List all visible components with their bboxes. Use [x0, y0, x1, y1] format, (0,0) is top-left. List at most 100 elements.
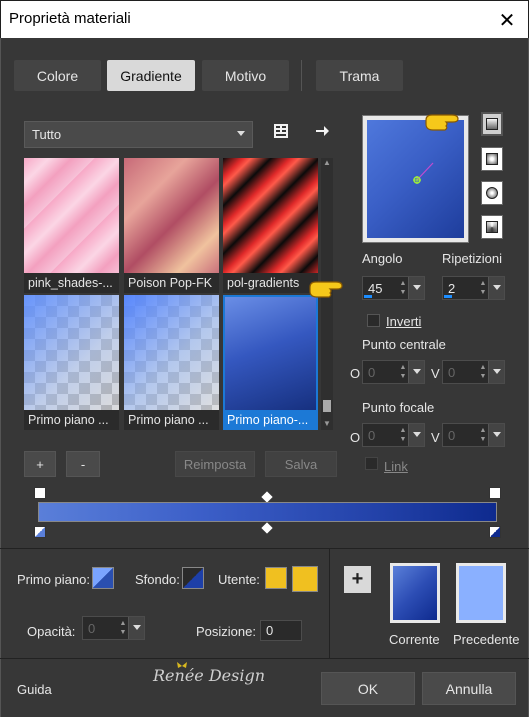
spin-arrows-icon[interactable]: ▲ ▼: [478, 279, 488, 297]
color-stop-bottom-right[interactable]: [489, 526, 501, 538]
arrow-right-icon[interactable]: [314, 123, 330, 139]
gradient-swatch: [124, 158, 219, 273]
repeats-input[interactable]: 2 ▲ ▼: [442, 276, 505, 300]
ok-button[interactable]: OK: [321, 672, 415, 705]
gradient-bar[interactable]: [38, 502, 497, 522]
thumbnail-label: pol-gradients: [227, 276, 300, 290]
repeats-value: 2: [448, 281, 456, 296]
vertical-divider: [329, 548, 330, 658]
radial-gradient-icon: [486, 221, 498, 233]
thumbnail-label: Poison Pop-FK: [128, 276, 213, 290]
gradient-thumbnail[interactable]: Primo piano ...: [124, 295, 219, 430]
scroll-up-icon[interactable]: ▲: [321, 158, 333, 168]
chevron-down-icon[interactable]: [408, 361, 424, 383]
help-link[interactable]: Guida: [17, 682, 52, 697]
background-swatch[interactable]: [182, 567, 204, 589]
spin-arrows-icon[interactable]: ▲ ▼: [398, 279, 408, 297]
gradient-thumbnail[interactable]: Primo piano ...: [24, 295, 119, 430]
scrollbar-thumb[interactable]: [323, 400, 331, 412]
gradient-swatch: [24, 158, 119, 273]
tab-colore[interactable]: Colore: [14, 60, 101, 91]
angle-input[interactable]: 45 ▲ ▼: [362, 276, 425, 300]
background-label: Sfondo:: [135, 572, 180, 587]
thumbnail-label: Primo piano ...: [128, 413, 209, 427]
current-color-swatch[interactable]: [390, 563, 440, 623]
chevron-down-icon[interactable]: [408, 277, 424, 299]
spin-arrows-icon[interactable]: ▲ ▼: [478, 363, 488, 381]
center-o-label: O: [350, 366, 361, 381]
gradient-thumbnail[interactable]: pink_shades-...: [24, 158, 119, 293]
gradient-preview[interactable]: [362, 115, 469, 243]
chevron-down-icon[interactable]: [488, 361, 504, 383]
window-title: Proprietà materiali: [9, 10, 131, 27]
spin-arrows-icon[interactable]: ▲ ▼: [118, 619, 128, 637]
link-checkbox[interactable]: [365, 457, 378, 470]
add-swatch-button[interactable]: +: [344, 566, 371, 593]
position-value: 0: [266, 623, 274, 638]
reset-button[interactable]: Reimposta: [175, 451, 255, 477]
linear-gradient-icon: [486, 118, 498, 130]
angle-value: 45: [368, 281, 383, 296]
user-swatch-small[interactable]: [265, 567, 287, 589]
slider-indicator: [364, 295, 372, 298]
linear-style-button[interactable]: [481, 112, 503, 136]
opacity-input[interactable]: 0 ▲ ▼: [82, 616, 145, 640]
sunburst-style-button[interactable]: [481, 181, 503, 205]
save-button[interactable]: Salva: [265, 451, 337, 477]
gradient-thumbnail[interactable]: pol-gradients: [223, 158, 318, 293]
category-select-value: Tutto: [32, 127, 62, 142]
focal-v-value: 0: [448, 428, 456, 443]
focal-o-input[interactable]: 0 ▲ ▼: [362, 423, 425, 447]
opacity-label: Opacità:: [27, 624, 76, 639]
chevron-down-icon[interactable]: [128, 617, 144, 639]
tab-gradiente[interactable]: Gradiente: [107, 60, 195, 91]
rectangular-style-button[interactable]: [481, 147, 503, 171]
cancel-button[interactable]: Annulla: [422, 672, 516, 705]
center-o-value: 0: [368, 365, 376, 380]
resource-library-icon[interactable]: [273, 123, 289, 139]
focal-o-label: O: [350, 430, 361, 445]
pointing-hand-icon: [424, 112, 460, 132]
remove-gradient-button[interactable]: -: [66, 451, 100, 477]
divider: [0, 658, 529, 659]
center-v-input[interactable]: 0 ▲ ▼: [442, 360, 505, 384]
gradient-thumbnail-selected[interactable]: Primo piano-...: [223, 295, 318, 430]
spin-arrows-icon[interactable]: ▲ ▼: [398, 426, 408, 444]
chevron-down-icon[interactable]: [488, 424, 504, 446]
foreground-swatch[interactable]: [92, 567, 114, 589]
color-stop-top-right[interactable]: [489, 487, 501, 499]
watermark-text: Renée Design: [153, 666, 266, 685]
focal-v-label: V: [431, 430, 440, 445]
radial-style-button[interactable]: [481, 215, 503, 239]
add-gradient-button[interactable]: +: [24, 451, 56, 477]
foreground-label: Primo piano:: [17, 572, 90, 587]
color-stop-top-left[interactable]: [34, 487, 46, 499]
opacity-value: 0: [88, 621, 96, 636]
tab-trama[interactable]: Trama: [316, 60, 403, 91]
color-stop-bottom-left[interactable]: [34, 526, 46, 538]
gradient-preview-swatch: [367, 120, 464, 238]
previous-color-swatch[interactable]: [456, 563, 506, 623]
chevron-down-icon[interactable]: [488, 277, 504, 299]
gradient-swatch: [225, 297, 316, 410]
slider-indicator: [444, 295, 452, 298]
chevron-down-icon[interactable]: [408, 424, 424, 446]
category-select[interactable]: Tutto: [24, 121, 253, 148]
gradient-swatch: [124, 295, 219, 410]
gradient-thumbnail[interactable]: Poison Pop-FK: [124, 158, 219, 293]
angle-label: Angolo: [362, 251, 403, 266]
spin-arrows-icon[interactable]: ▲ ▼: [478, 426, 488, 444]
spin-arrows-icon[interactable]: ▲ ▼: [398, 363, 408, 381]
close-button[interactable]: ✕: [491, 5, 523, 35]
center-o-input[interactable]: 0 ▲ ▼: [362, 360, 425, 384]
gradient-swatch: [223, 158, 318, 273]
invert-checkbox[interactable]: [367, 314, 380, 327]
user-swatch-large[interactable]: [292, 566, 318, 592]
thumbnail-label: Primo piano ...: [28, 413, 109, 427]
tab-motivo[interactable]: Motivo: [202, 60, 289, 91]
sunburst-gradient-icon: [486, 187, 498, 199]
user-label: Utente:: [218, 572, 260, 587]
focal-v-input[interactable]: 0 ▲ ▼: [442, 423, 505, 447]
scroll-down-icon[interactable]: ▼: [321, 419, 333, 429]
position-input[interactable]: 0: [260, 620, 302, 641]
